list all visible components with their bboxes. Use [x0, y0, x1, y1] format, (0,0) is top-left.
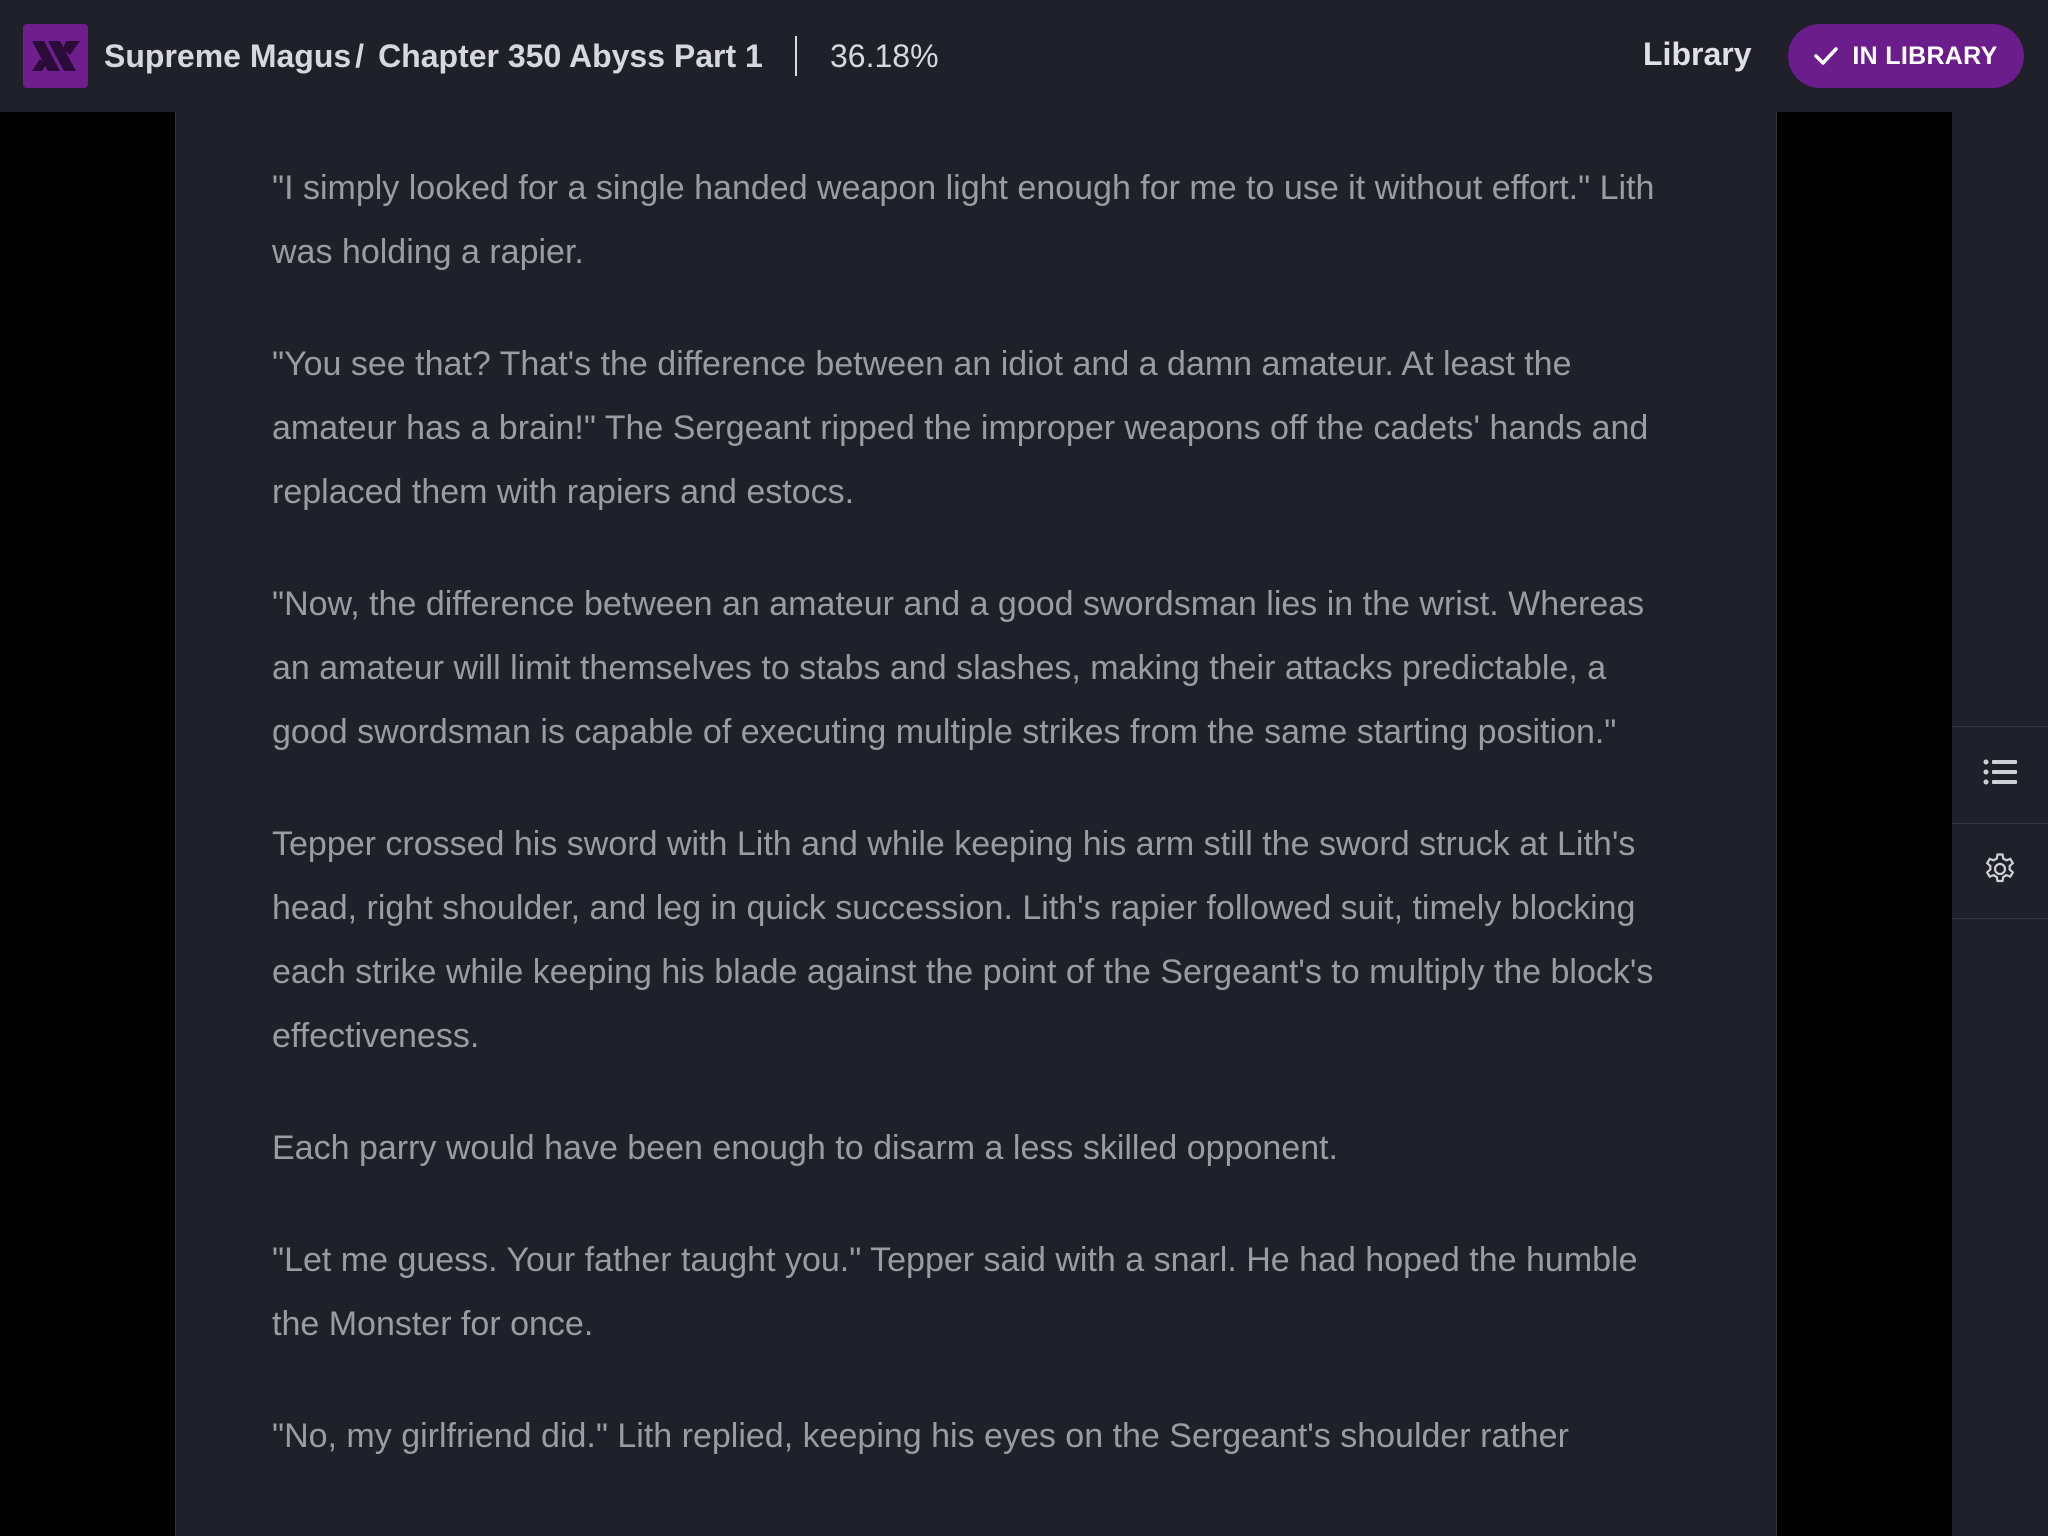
breadcrumb: Supreme Magus / Chapter 350 Abyss Part 1 — [104, 34, 763, 78]
paragraph: "I simply looked for a single handed wea… — [272, 169, 1655, 271]
reading-progress: 36.18% — [830, 38, 939, 74]
list-icon — [1983, 759, 2017, 790]
paragraph: "Now, the difference between an amateur … — [272, 585, 1645, 751]
in-library-label: IN LIBRARY — [1852, 41, 1998, 70]
paragraph: Each parry would have been enough to dis… — [272, 1129, 1339, 1167]
site-logo[interactable] — [23, 24, 88, 88]
header-divider — [795, 36, 797, 76]
library-link[interactable]: Library — [1643, 32, 1751, 76]
settings-button[interactable] — [1952, 823, 2048, 919]
series-title-link[interactable]: Supreme Magus — [104, 38, 351, 75]
paragraph: "You see that? That's the difference bet… — [272, 345, 1649, 511]
side-toolbar — [1952, 112, 2048, 1536]
chapter-title: Chapter 350 Abyss Part 1 — [378, 37, 763, 74]
breadcrumb-separator: / — [355, 37, 365, 74]
in-library-button[interactable]: IN LIBRARY — [1788, 24, 2024, 88]
gear-icon — [1983, 852, 2017, 891]
chapter-content: "I simply looked for a single handed wea… — [272, 156, 1682, 1516]
check-icon — [1814, 46, 1839, 66]
chapter-reader[interactable]: "I simply looked for a single handed wea… — [175, 112, 1777, 1536]
table-of-contents-button[interactable] — [1952, 726, 2048, 822]
paragraph: "No, my girlfriend did." Lith replied, k… — [272, 1417, 1569, 1455]
paragraph: "Let me guess. Your father taught you." … — [272, 1241, 1638, 1343]
paragraph: Tepper crossed his sword with Lith and w… — [272, 825, 1654, 1055]
logo-mark-icon — [31, 41, 80, 71]
top-bar: Supreme Magus / Chapter 350 Abyss Part 1… — [0, 0, 2048, 112]
